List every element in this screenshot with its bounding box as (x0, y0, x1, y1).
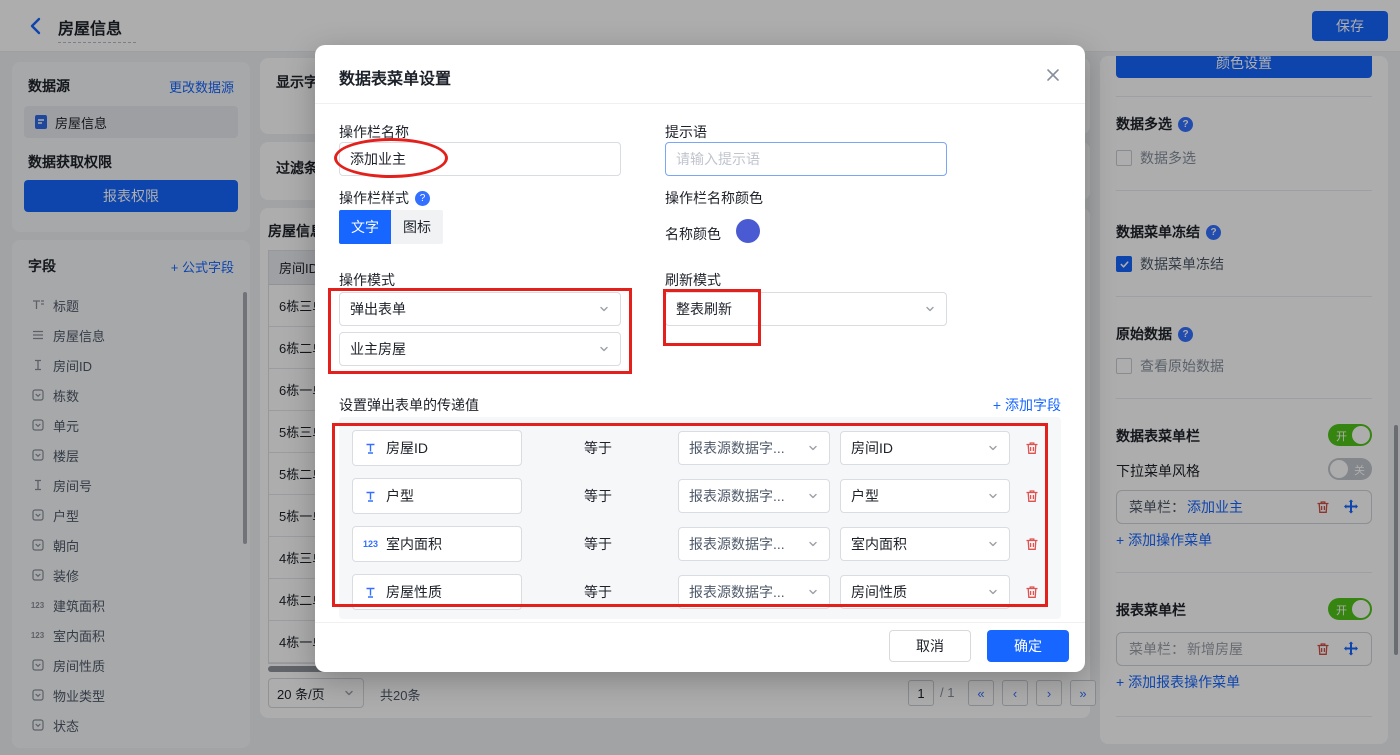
field-name-box[interactable]: 123 室内面积 (352, 526, 522, 562)
chevron-down-icon (809, 589, 817, 595)
action-style-label: 操作栏样式 (339, 188, 430, 208)
chevron-down-icon (989, 493, 997, 499)
style-icon-option[interactable]: 图标 (391, 210, 443, 244)
equals-label: 等于 (584, 488, 612, 504)
style-text-option[interactable]: 文字 (339, 210, 391, 244)
chevron-down-icon (926, 306, 934, 312)
ok-button[interactable]: 确定 (987, 630, 1069, 662)
chevron-down-icon (600, 306, 608, 312)
number-field-icon: 123 (362, 539, 379, 549)
name-color-section-label: 操作栏名称颜色 (665, 190, 763, 206)
equals-label: 等于 (584, 584, 612, 600)
equals-label: 等于 (584, 536, 612, 552)
equals-label: 等于 (584, 440, 612, 456)
trash-icon[interactable] (1024, 584, 1040, 600)
target-field-select[interactable]: 室内面积 (840, 527, 1010, 561)
help-icon[interactable] (415, 190, 430, 206)
cancel-button[interactable]: 取消 (889, 630, 971, 662)
source-select[interactable]: 报表源数据字... (678, 479, 830, 513)
color-swatch[interactable] (736, 219, 760, 243)
text-field-icon (363, 441, 378, 456)
action-mode-select[interactable]: 弹出表单 (339, 292, 621, 326)
source-select[interactable]: 报表源数据字... (678, 431, 830, 465)
action-name-input[interactable] (339, 142, 621, 176)
text-field-icon (363, 489, 378, 504)
table-menu-settings-modal: 数据表菜单设置 操作栏名称 提示语 操作栏样式 文字 图标 操作栏名称颜色 名称… (315, 45, 1085, 672)
field-name-box[interactable]: 房屋ID (352, 430, 522, 466)
modal-title: 数据表菜单设置 (339, 71, 452, 88)
action-name-label: 操作栏名称 (339, 124, 409, 140)
name-color-label: 名称颜色 (665, 226, 721, 242)
text-field-icon (363, 585, 378, 600)
close-icon[interactable] (1043, 65, 1063, 85)
chevron-down-icon (989, 445, 997, 451)
field-name-box[interactable]: 户型 (352, 478, 522, 514)
pass-value-row: 123 室内面积 等于 报表源数据字... 室内面积 (352, 526, 1048, 562)
chevron-down-icon (809, 493, 817, 499)
trash-icon[interactable] (1024, 488, 1040, 504)
chevron-down-icon (989, 541, 997, 547)
pass-value-row: 房屋性质 等于 报表源数据字... 房间性质 (352, 574, 1048, 610)
target-form-select[interactable]: 业主房屋 (339, 332, 621, 366)
target-field-select[interactable]: 房间性质 (840, 575, 1010, 609)
action-mode-label: 操作模式 (339, 272, 395, 288)
style-segmented-control: 文字 图标 (339, 210, 443, 244)
add-field-link[interactable]: + 添加字段 (993, 395, 1061, 415)
chevron-down-icon (809, 541, 817, 547)
field-name-box[interactable]: 房屋性质 (352, 574, 522, 610)
chevron-down-icon (600, 346, 608, 352)
pass-value-row: 房屋ID 等于 报表源数据字... 房间ID (352, 430, 1048, 466)
trash-icon[interactable] (1024, 440, 1040, 456)
tip-label: 提示语 (665, 124, 707, 140)
target-field-select[interactable]: 户型 (840, 479, 1010, 513)
chevron-down-icon (989, 589, 997, 595)
tip-input[interactable] (665, 142, 947, 176)
target-field-select[interactable]: 房间ID (840, 431, 1010, 465)
chevron-down-icon (809, 445, 817, 451)
source-select[interactable]: 报表源数据字... (678, 575, 830, 609)
refresh-mode-label: 刷新模式 (665, 272, 721, 288)
trash-icon[interactable] (1024, 536, 1040, 552)
pass-values-container: 房屋ID 等于 报表源数据字... 房间ID 户型 等于 报表源数据字... 户… (339, 417, 1061, 619)
refresh-mode-select[interactable]: 整表刷新 (665, 292, 947, 326)
pass-value-row: 户型 等于 报表源数据字... 户型 (352, 478, 1048, 514)
pass-values-label: 设置弹出表单的传递值 (339, 397, 479, 413)
source-select[interactable]: 报表源数据字... (678, 527, 830, 561)
